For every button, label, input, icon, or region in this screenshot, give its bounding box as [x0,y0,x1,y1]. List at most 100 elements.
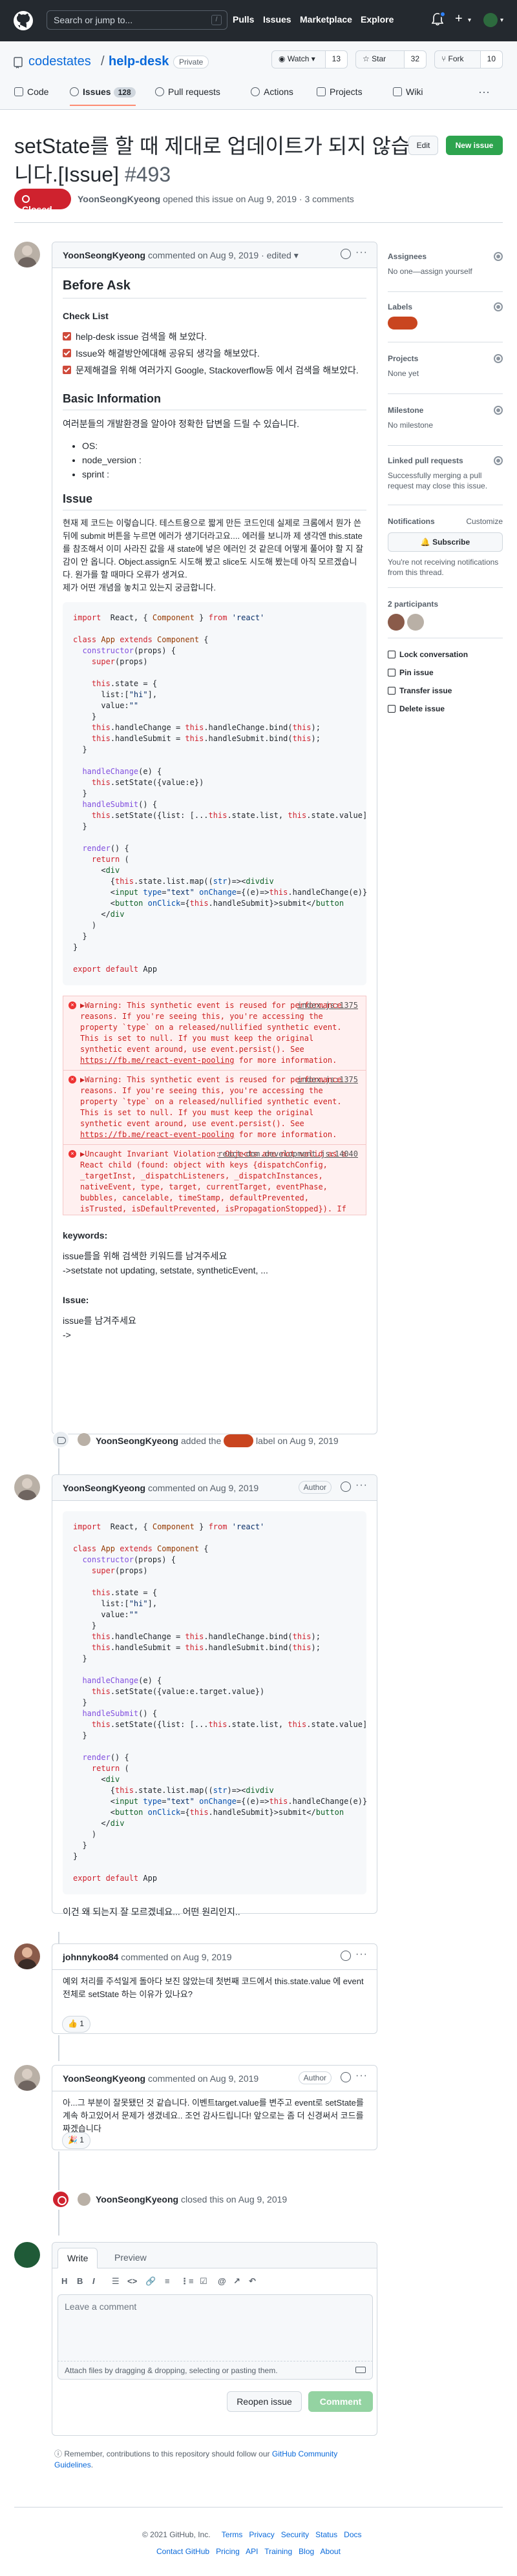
checkbox-checked-icon[interactable] [63,332,71,340]
sidebar-heading[interactable]: Projects [388,354,503,363]
footer-link-privacy[interactable]: Privacy [249,2530,274,2539]
reaction-hooray[interactable]: 🎉 1 [62,2132,90,2149]
repo-name-link[interactable]: help-desk [109,54,169,69]
avatar[interactable] [14,1943,40,1969]
checkbox-checked-icon[interactable] [63,349,71,357]
repo-owner-link[interactable]: codestates [28,54,91,69]
comment-meta[interactable]: commented on Aug 9, 2019 [148,1483,258,1493]
more-tabs-icon[interactable]: ··· [478,85,490,99]
create-new-icon[interactable]: + [455,12,463,26]
avatar[interactable] [14,2065,40,2091]
avatar[interactable] [14,242,40,267]
nav-marketplace[interactable]: Marketplace [300,14,352,25]
footer-link-docs[interactable]: Docs [344,2530,361,2539]
pin-issue-button[interactable]: Pin issue [388,668,434,677]
subscribe-button[interactable]: 🔔 Subscribe [388,532,503,552]
star-button[interactable]: ☆ Star 32 [355,50,427,68]
smiley-icon[interactable] [341,2072,351,2082]
participant-avatar[interactable] [407,614,424,631]
avatar[interactable] [78,2193,90,2206]
issue-author-link[interactable]: YoonSeongKyeong [78,194,160,204]
footer-link-status[interactable]: Status [315,2530,337,2539]
footer-link-pricing[interactable]: Pricing [216,2547,240,2556]
fork-count[interactable]: 10 [480,51,502,68]
comment-author-link[interactable]: johnnykoo84 [63,1952,118,1962]
comment-meta[interactable]: commented on Aug 9, 2019 [121,1952,231,1962]
event-author-link[interactable]: YoonSeongKyeong [96,2194,178,2204]
tab-write[interactable]: Write [58,2248,98,2268]
tab-code[interactable]: Code [14,87,48,97]
sidebar-heading[interactable]: Milestone [388,406,503,415]
avatar[interactable] [78,1433,90,1446]
gear-icon[interactable] [494,354,503,363]
gear-icon[interactable] [494,302,503,311]
label-badge[interactable] [388,317,417,330]
link-icon[interactable]: 🔗 [145,2276,156,2287]
code-icon[interactable]: <> [127,2276,137,2286]
checkbox-checked-icon[interactable] [63,366,71,374]
footer-link-training[interactable]: Training [264,2547,292,2556]
numbered-list-icon[interactable]: ⋮≡ [180,2276,194,2287]
task-list-icon[interactable]: ☑ [200,2276,207,2287]
search-input[interactable]: Search or jump to... / [47,10,227,30]
new-issue-button[interactable]: New issue [446,136,503,155]
comment-meta[interactable]: commented on Aug 9, 2019 · edited [148,250,291,260]
github-logo-icon[interactable] [13,10,34,31]
footer-link-blog[interactable]: Blog [299,2547,314,2556]
watch-count[interactable]: 13 [324,51,347,68]
star-count[interactable]: 32 [403,51,426,68]
fork-button[interactable]: ⑂ Fork 10 [434,50,503,68]
comment-textarea[interactable]: Leave a comment [58,2294,373,2361]
smiley-icon[interactable] [341,249,351,259]
comment-meta[interactable]: commented on Aug 9, 2019 [148,2073,258,2084]
comment-author-link[interactable]: YoonSeongKyeong [63,250,145,260]
kebab-menu-icon[interactable]: ··· [355,2070,368,2082]
heading-icon[interactable]: H [61,2276,67,2286]
edit-title-button[interactable]: Edit [408,136,438,155]
footer-link-contact[interactable]: Contact GitHub [156,2547,209,2556]
sidebar-heading[interactable]: Assignees [388,252,503,261]
footer-link-api[interactable]: API [246,2547,258,2556]
kebab-menu-icon[interactable]: ··· [355,1949,368,1960]
comment-author-link[interactable]: YoonSeongKyeong [63,1483,145,1493]
tab-pull-requests[interactable]: Pull requests [155,87,220,97]
italic-icon[interactable]: I [92,2276,95,2286]
chevron-down-icon[interactable]: ▾ [500,17,503,24]
event-author-link[interactable]: YoonSeongKyeong [96,1436,178,1446]
reaction-thumbs-up[interactable]: 👍 1 [62,2016,90,2033]
chevron-down-icon[interactable]: ▾ [294,250,299,260]
kebab-menu-icon[interactable]: ··· [355,247,368,258]
gear-icon[interactable] [494,406,503,415]
participant-avatar[interactable] [388,614,405,631]
saved-replies-icon[interactable]: ↶ [249,2276,256,2287]
user-avatar[interactable] [483,13,498,27]
assignees-value[interactable]: No one—assign yourself [388,266,503,277]
comment-button[interactable]: Comment [308,2391,373,2412]
smiley-icon[interactable] [341,1482,351,1492]
tab-issues[interactable]: Issues 128 [70,87,136,106]
footer-link-terms[interactable]: Terms [222,2530,243,2539]
tab-preview[interactable]: Preview [105,2248,156,2268]
nav-pulls[interactable]: Pulls [233,14,254,25]
nav-issues[interactable]: Issues [263,14,291,25]
avatar[interactable] [14,2242,40,2268]
gear-icon[interactable] [494,252,503,261]
delete-issue-button[interactable]: Delete issue [388,704,445,713]
tab-wiki[interactable]: Wiki [393,87,423,97]
tab-actions[interactable]: Actions [251,87,293,97]
mention-icon[interactable]: @ [218,2276,226,2286]
reopen-issue-button[interactable]: Reopen issue [227,2391,302,2412]
transfer-issue-button[interactable]: Transfer issue [388,686,452,695]
tab-projects[interactable]: Projects [317,87,363,97]
label-badge[interactable] [224,1434,254,1447]
attach-files-area[interactable]: Attach files by dragging & dropping, sel… [58,2361,373,2380]
footer-link-about[interactable]: About [321,2547,341,2556]
kebab-menu-icon[interactable]: ··· [355,1480,368,1491]
customize-link[interactable]: Customize [466,517,503,526]
avatar[interactable] [14,1474,40,1500]
sidebar-heading[interactable]: Linked pull requests [388,456,503,465]
watch-button[interactable]: ◉ Watch ▾ 13 [271,50,348,68]
footer-link-security[interactable]: Security [281,2530,309,2539]
lock-conversation-button[interactable]: Lock conversation [388,650,468,659]
sidebar-heading[interactable]: Labels [388,302,503,311]
